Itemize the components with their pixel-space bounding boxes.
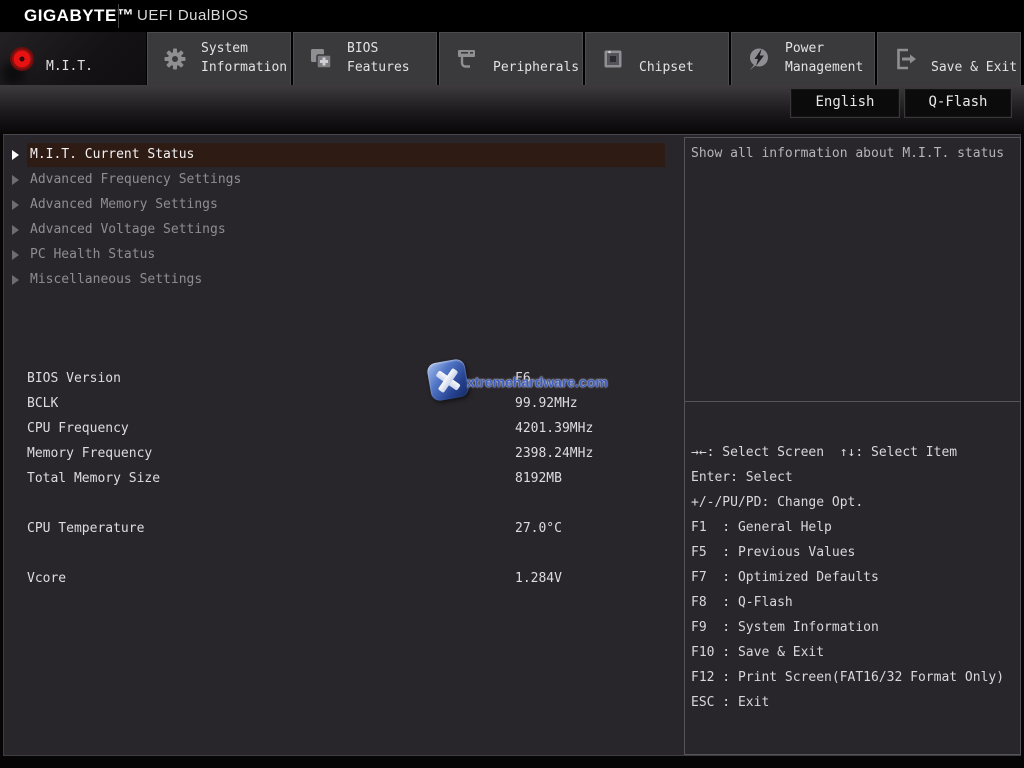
tab-power-management[interactable]: Power Management bbox=[731, 32, 875, 85]
submenu-arrow-icon bbox=[12, 150, 19, 160]
menu-item-label: PC Health Status bbox=[30, 247, 156, 262]
info-row-total-memory-size: Total Memory Size 8192MB bbox=[3, 471, 681, 489]
help-key-line: F7 : Optimized Defaults bbox=[691, 570, 879, 585]
info-label: Vcore bbox=[27, 571, 67, 586]
info-row-cpu-frequency: CPU Frequency 4201.39MHz bbox=[3, 421, 681, 439]
tab-bios-features[interactable]: BIOS Features bbox=[293, 32, 437, 85]
submenu-arrow-icon bbox=[12, 175, 19, 185]
tab-label-bios-features: BIOS Features bbox=[347, 40, 410, 75]
tab-label-power-management: Power Management bbox=[785, 40, 864, 75]
help-panel-divider bbox=[685, 401, 1020, 402]
tab-label-mit: M.I.T. bbox=[46, 59, 93, 74]
help-key-line: ESC : Exit bbox=[691, 695, 770, 710]
menu-item-label: Advanced Frequency Settings bbox=[30, 172, 242, 187]
tab-chipset[interactable]: Chipset bbox=[585, 32, 729, 85]
help-key-line: Enter: Select bbox=[691, 470, 793, 485]
menu-item-miscellaneous-settings[interactable]: Miscellaneous Settings bbox=[3, 268, 681, 292]
help-key-line: F1 : General Help bbox=[691, 520, 832, 535]
help-panel: Show all information about M.I.T. status… bbox=[684, 137, 1021, 755]
tab-label-system-information: System Information bbox=[201, 40, 288, 75]
help-key-line: →←: Select Screen ↑↓: Select Item bbox=[691, 445, 958, 460]
sub-header-band: English Q-Flash bbox=[0, 85, 1024, 135]
info-row-vcore: Vcore 1.284V bbox=[3, 571, 681, 589]
menu-item-advanced-memory-settings[interactable]: Advanced Memory Settings bbox=[3, 193, 681, 217]
info-value: 8192MB bbox=[515, 471, 562, 486]
menu-item-label: M.I.T. Current Status bbox=[30, 147, 195, 162]
info-value: 27.0°C bbox=[515, 521, 562, 536]
mit-red-circle-icon bbox=[10, 46, 34, 71]
menu-item-mit-current-status[interactable]: M.I.T. Current Status bbox=[3, 143, 681, 167]
help-key-line: F10 : Save & Exit bbox=[691, 645, 825, 660]
info-row-memory-frequency: Memory Frequency 2398.24MHz bbox=[3, 446, 681, 464]
info-label: BIOS Version bbox=[27, 371, 121, 386]
submenu-arrow-icon bbox=[12, 275, 19, 285]
info-value: 1.284V bbox=[515, 571, 562, 586]
qflash-button[interactable]: Q-Flash bbox=[904, 88, 1012, 118]
save-exit-icon bbox=[891, 45, 919, 73]
info-label: BCLK bbox=[27, 396, 59, 411]
info-label: Total Memory Size bbox=[27, 471, 161, 486]
power-icon bbox=[745, 45, 773, 73]
info-label: Memory Frequency bbox=[27, 446, 153, 461]
menu-item-advanced-frequency-settings[interactable]: Advanced Frequency Settings bbox=[3, 168, 681, 192]
tab-mit[interactable]: M.I.T. bbox=[0, 32, 146, 85]
bios-features-icon bbox=[307, 45, 335, 73]
watermark-logo bbox=[425, 357, 471, 403]
help-key-line: +/-/PU/PD: Change Opt. bbox=[691, 495, 864, 510]
top-bar: GIGABYTE™ UEFI DualBIOS bbox=[0, 0, 1024, 32]
info-row-bclk: BCLK 99.92MHz bbox=[3, 396, 681, 414]
chipset-icon bbox=[599, 45, 627, 73]
submenu-arrow-icon bbox=[12, 200, 19, 210]
submenu-arrow-icon bbox=[12, 225, 19, 235]
info-value: 2398.24MHz bbox=[515, 446, 594, 461]
menu-item-label: Advanced Memory Settings bbox=[30, 197, 218, 212]
gear-icon bbox=[161, 45, 189, 73]
help-key-line: F9 : System Information bbox=[691, 620, 879, 635]
menu-item-label: Miscellaneous Settings bbox=[30, 272, 203, 287]
tab-system-information[interactable]: System Information bbox=[147, 32, 291, 85]
menu-item-label: Advanced Voltage Settings bbox=[30, 222, 226, 237]
language-button[interactable]: English bbox=[790, 88, 900, 118]
info-label: CPU Frequency bbox=[27, 421, 129, 436]
hotkey-legend: →←: Select Screen ↑↓: Select Item Enter:… bbox=[691, 440, 1019, 715]
peripherals-icon bbox=[453, 45, 481, 73]
info-label: CPU Temperature bbox=[27, 521, 145, 536]
tab-bar: M.I.T. System Information BIOS Features … bbox=[0, 32, 1024, 85]
tab-label-chipset: Chipset bbox=[639, 59, 694, 75]
tab-peripherals[interactable]: Peripherals bbox=[439, 32, 583, 85]
info-value: 4201.39MHz bbox=[515, 421, 594, 436]
menu-item-advanced-voltage-settings[interactable]: Advanced Voltage Settings bbox=[3, 218, 681, 242]
menu-item-pc-health-status[interactable]: PC Health Status bbox=[3, 243, 681, 267]
tab-label-peripherals: Peripherals bbox=[493, 59, 580, 75]
info-row-cpu-temperature: CPU Temperature 27.0°C bbox=[3, 521, 681, 539]
help-key-line: F5 : Previous Values bbox=[691, 545, 856, 560]
watermark-text: xtremehardware.com bbox=[467, 374, 608, 390]
help-key-line: F12 : Print Screen(FAT16/32 Format Only) bbox=[691, 670, 1005, 685]
info-value: 99.92MHz bbox=[515, 396, 578, 411]
tab-label-save-exit: Save & Exit bbox=[931, 59, 1018, 75]
header-divider bbox=[118, 4, 119, 28]
product-title: UEFI DualBIOS bbox=[137, 7, 249, 24]
tab-save-exit[interactable]: Save & Exit bbox=[877, 32, 1021, 85]
help-key-line: F8 : Q-Flash bbox=[691, 595, 793, 610]
item-description: Show all information about M.I.T. status bbox=[691, 146, 1005, 161]
submenu-arrow-icon bbox=[12, 250, 19, 260]
